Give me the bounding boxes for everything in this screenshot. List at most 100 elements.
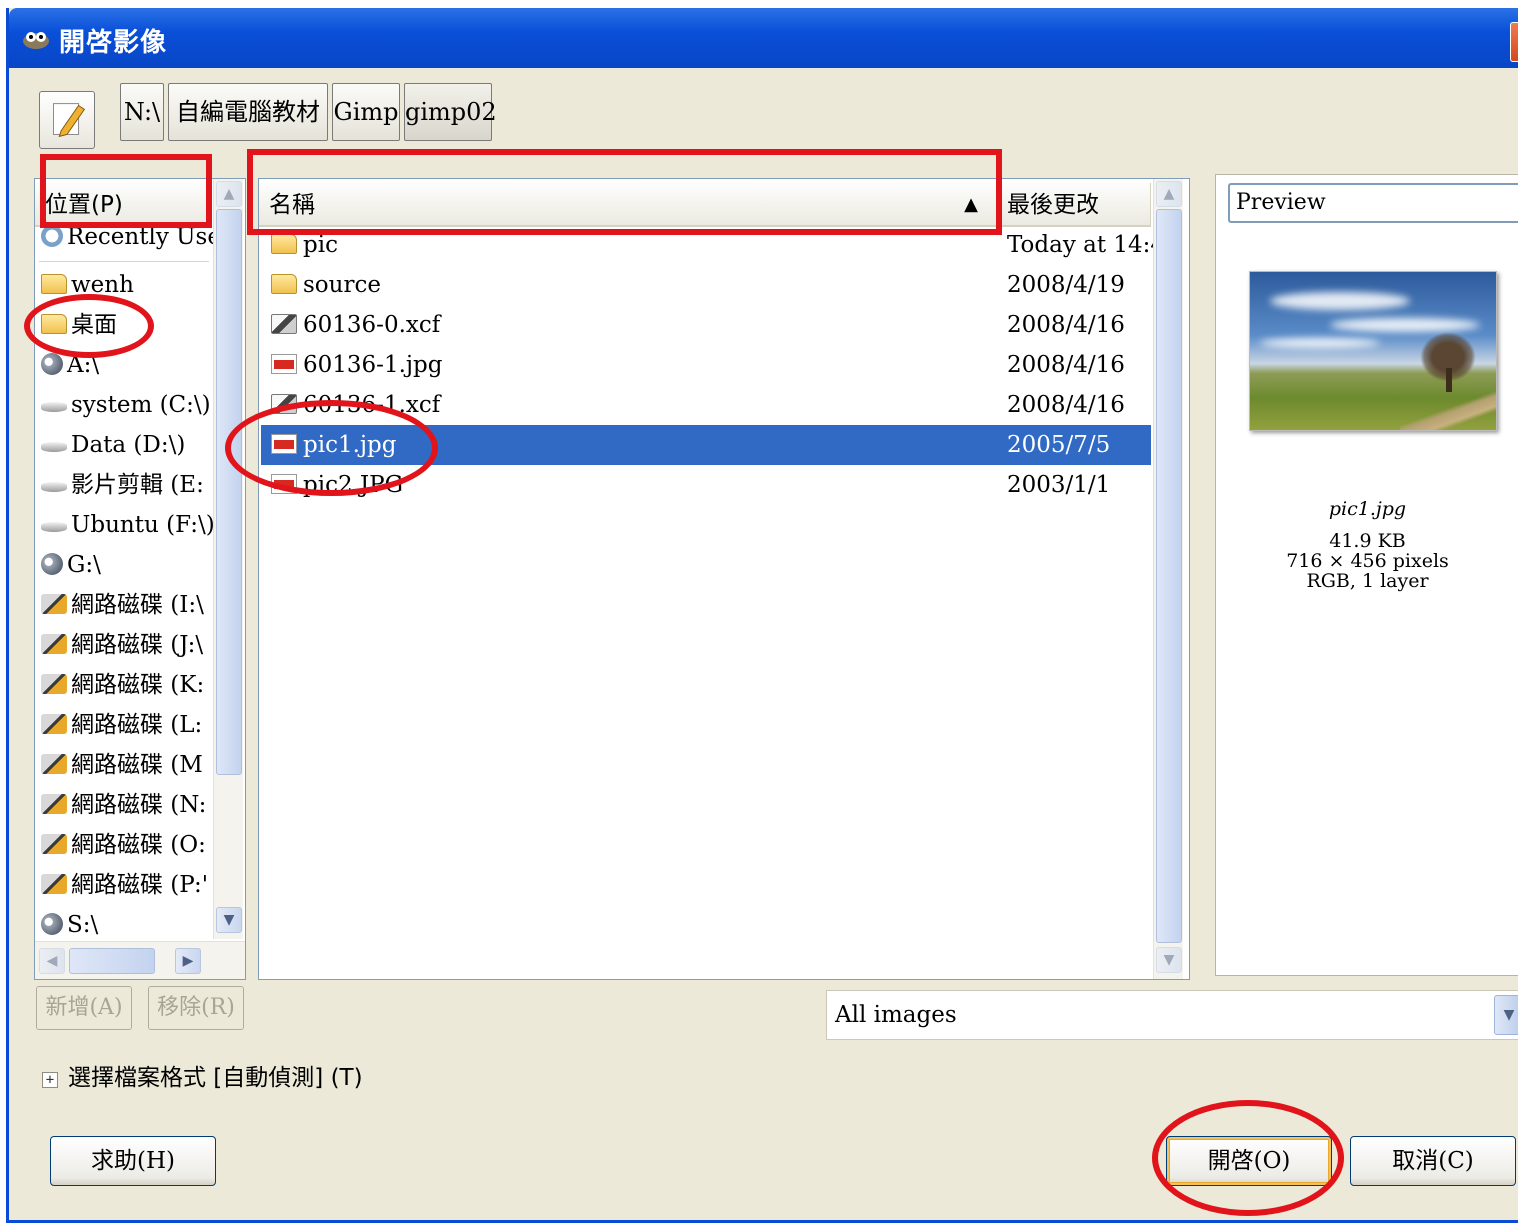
sidebar-item-1[interactable]: wenh: [41, 265, 241, 305]
preview-info: RGB, 1 layer: [1306, 570, 1429, 592]
window-title: 開啓影像: [59, 28, 168, 58]
cd-drive-icon: [41, 913, 63, 935]
clock-icon: [41, 225, 63, 247]
places-divider: [39, 261, 209, 262]
sidebar-item-label: 網路磁碟 (I:\: [71, 592, 204, 618]
folder-icon: [271, 234, 297, 254]
expand-icon[interactable]: +: [42, 1072, 58, 1088]
help-button[interactable]: 求助(H): [50, 1136, 216, 1186]
folder-icon: [271, 274, 297, 294]
sidebar-item-8[interactable]: G:\: [41, 545, 241, 585]
sidebar-item-15[interactable]: 網路磁碟 (O:: [41, 825, 241, 865]
table-row[interactable]: 60136-0.xcf 2008/4/16: [261, 305, 1151, 345]
file-name-cell: pic1.jpg: [271, 425, 396, 465]
network-drive-icon: [41, 754, 67, 774]
sidebar-item-12[interactable]: 網路磁碟 (L:: [41, 705, 241, 745]
table-row[interactable]: 60136-1.xcf 2008/4/16: [261, 385, 1151, 425]
files-scrollbar[interactable]: ▲ ▼: [1153, 179, 1183, 979]
sidebar-item-label: Recently Used: [67, 224, 236, 250]
breadcrumb-n-drive[interactable]: N:\: [120, 83, 164, 141]
scroll-up-icon[interactable]: ▲: [216, 181, 242, 207]
type-location-button[interactable]: [39, 91, 95, 149]
breadcrumb-folder-1[interactable]: 自編電腦教材: [168, 83, 328, 141]
places-scroll-thumb[interactable]: [216, 209, 242, 775]
add-bookmark-button[interactable]: 新增(A): [36, 986, 132, 1030]
files-scroll-down-icon[interactable]: ▼: [1156, 947, 1182, 973]
close-button[interactable]: [1510, 22, 1518, 62]
sidebar-item-3[interactable]: A:\: [41, 345, 241, 385]
remove-bookmark-button[interactable]: 移除(R): [148, 986, 244, 1030]
title-bar: 開啓影像: [9, 8, 1518, 68]
file-name: source: [303, 272, 381, 298]
sidebar-item-16[interactable]: 網路磁碟 (P:': [41, 865, 241, 905]
name-column-label: 名稱: [269, 192, 315, 218]
sidebar-item-label: 網路磁碟 (O:: [71, 832, 206, 858]
places-scrollbar[interactable]: ▲ ▼: [213, 179, 243, 939]
open-button[interactable]: 開啓(O): [1166, 1136, 1332, 1186]
sidebar-item-10[interactable]: 網路磁碟 (J:\: [41, 625, 241, 665]
jpg-file-icon: [271, 354, 297, 374]
network-drive-icon: [41, 594, 67, 614]
breadcrumb-gimp02[interactable]: gimp02: [404, 83, 497, 141]
pencil-icon: [53, 103, 86, 138]
name-column-header[interactable]: 名稱 ▲: [259, 183, 997, 227]
sidebar-item-7[interactable]: Ubuntu (F:\): [41, 505, 241, 545]
file-name-cell: 60136-1.xcf: [271, 385, 440, 425]
sidebar-item-label: 網路磁碟 (N:: [71, 792, 207, 818]
file-filter-select[interactable]: All images ▼: [826, 990, 1518, 1040]
file-name: 60136-0.xcf: [303, 312, 441, 338]
sidebar-item-14[interactable]: 網路磁碟 (N:: [41, 785, 241, 825]
sidebar-item-label: system (C:\): [71, 392, 211, 418]
sidebar-item-2[interactable]: 桌面: [41, 305, 241, 345]
scroll-down-icon[interactable]: ▼: [216, 907, 242, 933]
file-modified-cell: 2008/4/16: [1007, 312, 1125, 338]
sidebar-item-13[interactable]: 網路磁碟 (M: [41, 745, 241, 785]
table-row[interactable]: 60136-1.jpg 2008/4/16: [261, 345, 1151, 385]
network-drive-icon: [41, 634, 67, 654]
file-filter-value: All images: [835, 1002, 957, 1028]
files-scroll-thumb[interactable]: [1156, 209, 1182, 943]
sidebar-item-4[interactable]: system (C:\): [41, 385, 241, 425]
file-name-cell: source: [271, 265, 381, 305]
sidebar-item-6[interactable]: 影片剪輯 (E:: [41, 465, 241, 505]
places-hscrollbar[interactable]: ◀ ▶: [35, 941, 245, 979]
cancel-button[interactable]: 取消(C): [1350, 1136, 1516, 1186]
chevron-down-icon[interactable]: ▼: [1494, 995, 1518, 1035]
jpg-file-icon: [271, 434, 297, 454]
file-modified-cell: 2008/4/16: [1007, 392, 1125, 418]
file-type-expander-label[interactable]: 選擇檔案格式 [自動偵測] (T): [68, 1062, 363, 1094]
table-row[interactable]: source 2008/4/19: [261, 265, 1151, 305]
sidebar-item-label: 網路磁碟 (M: [71, 752, 203, 778]
hard-drive-icon: [41, 442, 67, 452]
preview-filesize: 41.9 KB: [1329, 530, 1406, 552]
sidebar-item-9[interactable]: 網路磁碟 (I:\: [41, 585, 241, 625]
sidebar-item-label: 網路磁碟 (L:: [71, 712, 203, 738]
places-hscroll-thumb[interactable]: [69, 948, 155, 974]
scroll-left-icon[interactable]: ◀: [39, 948, 65, 974]
modified-column-header[interactable]: 最後更改: [997, 183, 1151, 227]
xcf-file-icon: [271, 314, 297, 334]
sidebar-item-11[interactable]: 網路磁碟 (K:: [41, 665, 241, 705]
files-scroll-up-icon[interactable]: ▲: [1156, 181, 1182, 207]
table-row[interactable]: pic1.jpg 2005/7/5: [261, 425, 1151, 465]
places-panel: 位置(P) Recently Used wenh 桌面 A:\ system (C:\)…: [34, 178, 246, 980]
table-row[interactable]: pic2.JPG 2003/1/1: [261, 465, 1151, 505]
gimp-icon: [23, 32, 49, 49]
breadcrumb-gimp[interactable]: Gimp: [332, 83, 400, 141]
file-name: pic2.JPG: [303, 472, 403, 498]
network-drive-icon: [41, 834, 67, 854]
file-list-panel: 名稱 ▲ 最後更改 pic Today at 14:47 source 2008/4/…: [258, 178, 1190, 980]
sidebar-item-label: 網路磁碟 (J:\: [71, 632, 204, 658]
sidebar-item-17[interactable]: S:\: [41, 905, 241, 945]
sidebar-item-label: wenh: [71, 272, 134, 298]
table-row[interactable]: pic Today at 14:47: [261, 225, 1180, 265]
scroll-right-icon[interactable]: ▶: [175, 948, 201, 974]
sidebar-item-0[interactable]: Recently Used: [41, 217, 241, 257]
sidebar-item-5[interactable]: Data (D:\): [41, 425, 241, 465]
file-name-cell: 60136-1.jpg: [271, 345, 442, 385]
xcf-file-icon: [271, 394, 297, 414]
folder-icon: [41, 274, 67, 294]
file-name-cell: 60136-0.xcf: [271, 305, 440, 345]
cd-drive-icon: [41, 553, 63, 575]
file-name: pic1.jpg: [303, 432, 397, 458]
